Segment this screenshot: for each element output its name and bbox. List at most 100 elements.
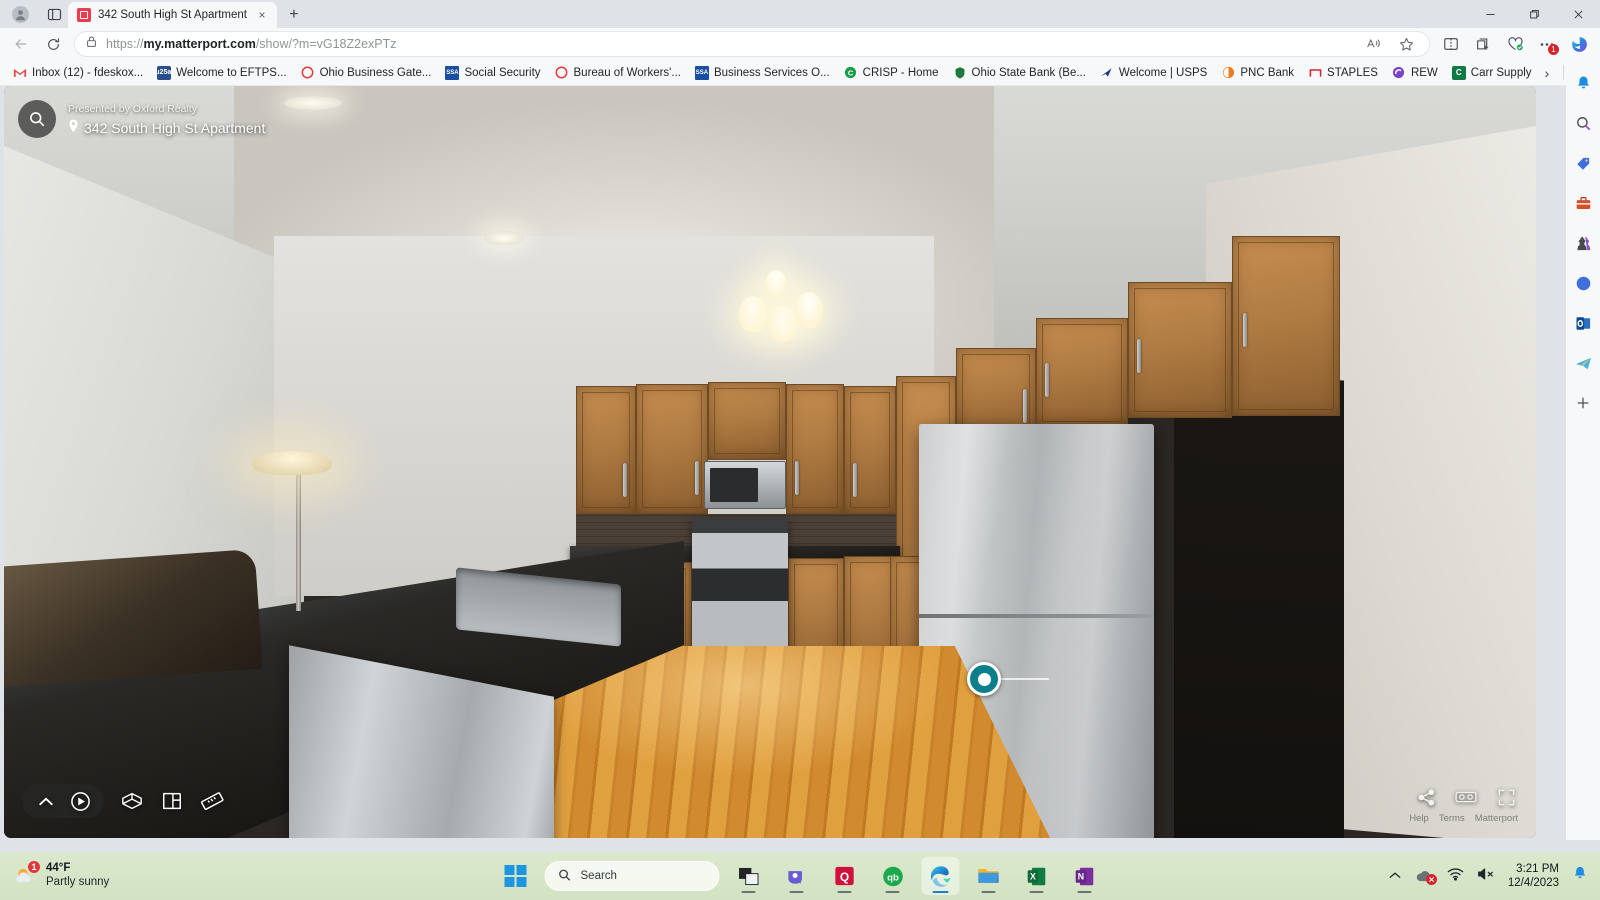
- bookmark-item[interactable]: Ohio Business Gate...: [294, 64, 439, 82]
- excel-button[interactable]: X: [1018, 857, 1056, 895]
- start-button[interactable]: [497, 857, 535, 895]
- property-address: 342 South High St Apartment: [68, 119, 265, 136]
- viewer-bottom-toolbar: [22, 784, 224, 818]
- floor-lamp: [252, 451, 332, 475]
- search-icon[interactable]: [1570, 110, 1596, 136]
- bookmark-item[interactable]: Ohio State Bank (Be...: [946, 64, 1093, 82]
- close-icon[interactable]: [1556, 0, 1600, 28]
- collapse-chevron-icon[interactable]: [34, 789, 58, 813]
- tab-actions-menu-button[interactable]: [40, 2, 68, 26]
- outlook-icon[interactable]: [1570, 310, 1596, 336]
- profile-avatar-button[interactable]: [6, 2, 34, 26]
- navigation-toolbar: https://my.matterport.com/show/?m=vG18Z2…: [0, 28, 1600, 60]
- tools-briefcase-icon[interactable]: [1570, 190, 1596, 216]
- new-tab-button[interactable]: +: [281, 3, 307, 27]
- hotspot-connector: [1001, 678, 1049, 680]
- search-input[interactable]: Search: [544, 861, 720, 891]
- terms-link[interactable]: Terms: [1439, 813, 1465, 824]
- settings-and-more-icon[interactable]: 1: [1532, 30, 1562, 58]
- split-screen-icon[interactable]: [1436, 30, 1466, 58]
- carr-supply-icon: C: [1451, 65, 1466, 80]
- copilot-icon[interactable]: [1564, 30, 1594, 58]
- matterport-3d-viewer[interactable]: Presented by Oxford Realty 342 South Hig…: [4, 86, 1536, 838]
- weather-temperature: 44°F: [46, 862, 71, 875]
- bookmark-item[interactable]: SSA Business Services O...: [688, 64, 837, 82]
- play-highlights-icon[interactable]: [68, 789, 92, 813]
- maximize-icon[interactable]: [1512, 0, 1556, 28]
- show-hidden-icons-button[interactable]: [1388, 867, 1402, 885]
- shopping-tag-icon[interactable]: [1570, 150, 1596, 176]
- bookmark-label: REW: [1410, 66, 1438, 79]
- bookmark-item[interactable]: REW: [1385, 64, 1445, 82]
- microsoft-365-icon[interactable]: [1570, 270, 1596, 296]
- browser-essentials-icon[interactable]: [1500, 30, 1530, 58]
- add-tab-to-collections-icon[interactable]: [1468, 30, 1498, 58]
- bookmark-label: Ohio Business Gate...: [319, 66, 432, 79]
- share-icon[interactable]: [1414, 785, 1438, 809]
- task-view-button[interactable]: [730, 857, 768, 895]
- file-explorer-button[interactable]: [970, 857, 1008, 895]
- notifications-bell-icon[interactable]: [1570, 70, 1596, 96]
- games-icon[interactable]: [1570, 230, 1596, 256]
- wifi-icon[interactable]: [1447, 867, 1464, 886]
- bookmark-item[interactable]: SSA Social Security: [438, 64, 547, 82]
- quickbooks-button[interactable]: qb: [874, 857, 912, 895]
- onenote-button[interactable]: N: [1066, 857, 1104, 895]
- search-placeholder: Search: [580, 870, 617, 882]
- gmail-icon: [13, 66, 27, 80]
- fullscreen-icon[interactable]: [1494, 785, 1518, 809]
- minimize-icon[interactable]: [1468, 0, 1512, 28]
- floorplan-view-icon[interactable]: [160, 789, 184, 813]
- add-sidebar-app-icon[interactable]: [1570, 390, 1596, 416]
- bookmark-item[interactable]: PNC Bank: [1214, 64, 1301, 82]
- quicken-button[interactable]: Q: [826, 857, 864, 895]
- bookmark-item[interactable]: Inbox (12) - fdeskox...: [6, 64, 150, 82]
- clock-and-date[interactable]: 3:21 PM 12/4/2023: [1508, 862, 1559, 891]
- chevron-right-icon[interactable]: ›: [1539, 65, 1556, 81]
- bookmark-item[interactable]: \u25a0 Welcome to EFTPS...: [150, 64, 293, 82]
- refresh-button[interactable]: [38, 30, 68, 58]
- back-button[interactable]: [6, 30, 36, 58]
- dollhouse-view-icon[interactable]: [120, 789, 144, 813]
- telegram-icon[interactable]: [1570, 350, 1596, 376]
- svg-text:N: N: [1078, 871, 1084, 881]
- bookmark-item[interactable]: STAPLES: [1301, 64, 1385, 82]
- windows-taskbar: 1 44°F Partly sunny Search Q qb X N 3:21…: [0, 852, 1600, 900]
- search-icon[interactable]: [18, 100, 56, 138]
- weather-widget[interactable]: 1 44°F Partly sunny: [0, 860, 250, 890]
- url-host: my.matterport.com: [143, 37, 256, 51]
- omnibox-actions: [1359, 30, 1421, 58]
- onedrive-icon[interactable]: [1415, 869, 1437, 885]
- viewer-bottom-right-overlay: Help Terms Matterport: [1409, 785, 1518, 824]
- ohio-state-bank-icon: [953, 66, 967, 80]
- read-aloud-icon[interactable]: [1359, 30, 1389, 58]
- taskbar-time: 3:21 PM: [1516, 862, 1559, 875]
- close-icon[interactable]: ×: [254, 7, 270, 23]
- favorite-star-icon[interactable]: [1391, 30, 1421, 58]
- lock-icon: [85, 35, 98, 53]
- bookmark-label: Ohio State Bank (Be...: [971, 66, 1086, 79]
- bookmark-label: Welcome | USPS: [1118, 66, 1208, 79]
- navigation-hotspot[interactable]: [967, 662, 1001, 696]
- volume-muted-icon[interactable]: [1477, 867, 1495, 886]
- bookmark-item[interactable]: Welcome | USPS: [1093, 64, 1214, 82]
- bookmarks-bar: Inbox (12) - fdeskox... \u25a0 Welcome t…: [0, 60, 1600, 86]
- microsoft-edge-button[interactable]: [921, 857, 960, 895]
- bookmark-item[interactable]: Bureau of Workers'...: [548, 64, 688, 82]
- bookmark-item[interactable]: C CRISP - Home: [837, 64, 946, 82]
- notification-bell-icon[interactable]: [1572, 865, 1588, 887]
- bookmark-label: Bureau of Workers'...: [573, 66, 681, 79]
- tab-strip: 342 South High St Apartment × +: [0, 0, 1600, 28]
- avatar: [11, 5, 29, 23]
- teams-button[interactable]: [778, 857, 816, 895]
- browser-window: 342 South High St Apartment × + https://…: [0, 0, 1600, 900]
- bookmark-item[interactable]: C Carr Supply: [1445, 64, 1539, 82]
- measurement-tool-icon[interactable]: [200, 789, 224, 813]
- browser-tab[interactable]: 342 South High St Apartment ×: [68, 2, 277, 28]
- system-tray: 3:21 PM 12/4/2023: [1388, 862, 1600, 891]
- vr-goggles-icon[interactable]: [1454, 785, 1478, 809]
- address-bar[interactable]: https://my.matterport.com/show/?m=vG18Z2…: [74, 31, 1430, 57]
- help-link[interactable]: Help: [1409, 813, 1429, 824]
- matterport-brand-link[interactable]: Matterport: [1475, 813, 1518, 824]
- pnc-bank-icon: [1221, 66, 1235, 80]
